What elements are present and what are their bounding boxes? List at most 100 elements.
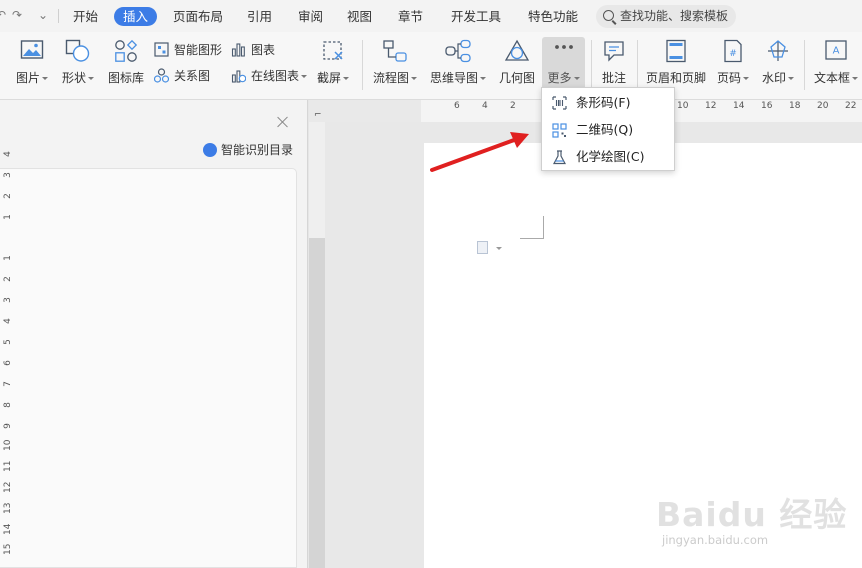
page-margin-mark <box>520 238 544 239</box>
tab-references[interactable]: 引用 <box>247 7 272 26</box>
page-number-icon: # <box>724 39 742 63</box>
shape-button[interactable]: 形状 <box>58 32 98 100</box>
tab-view[interactable]: 视图 <box>347 7 372 26</box>
baidu-jingyan-watermark: Baidu 经验 jingyan.baidu.com <box>656 480 856 560</box>
more-label: 更多 <box>547 71 572 85</box>
picture-label: 图片 <box>15 71 40 85</box>
svg-text:A: A <box>833 46 840 57</box>
ruler-tick: 12 <box>3 481 13 493</box>
shape-label: 形状 <box>61 71 86 85</box>
tab-developer[interactable]: 开发工具 <box>451 7 501 26</box>
search-box[interactable]: 查找功能、搜索模板 <box>596 5 736 28</box>
ruler-tick: 12 <box>705 101 717 111</box>
relationship-icon <box>154 68 169 83</box>
ruler-tick: 15 <box>3 543 13 555</box>
close-pane-icon[interactable] <box>276 115 290 129</box>
search-placeholder: 查找功能、搜索模板 <box>620 9 729 23</box>
ruler-corner: ⌐ <box>314 110 322 120</box>
watermark-sub-text: jingyan.baidu.com <box>662 533 769 547</box>
paragraph-layout-caret[interactable] <box>496 247 502 250</box>
tab-home[interactable]: 开始 <box>73 7 98 26</box>
smart-toc-button[interactable]: 智能识别目录 <box>203 142 293 158</box>
textbox-button[interactable]: A 文本框 <box>812 32 860 100</box>
ruler-tick: 1 <box>3 214 13 220</box>
tab-insert[interactable]: 插入 <box>114 7 158 26</box>
ruler-tick: 10 <box>677 101 689 111</box>
barcode-menu-item[interactable]: 条形码(F) <box>542 90 674 116</box>
ruler-tick: 11 <box>3 460 13 472</box>
ribbon-toolbar: 图片 形状 图标库 智能图形 关系图 图表 在线图表 截屏 流程图 思维导图 几… <box>0 32 862 100</box>
ruler-tick: 13 <box>3 502 13 514</box>
smart-toc-label: 智能识别目录 <box>221 143 294 157</box>
chemistry-drawing-menu-item[interactable]: 化学绘图(C) <box>542 144 674 170</box>
menu-separator <box>58 9 59 23</box>
ruler-tick: 2 <box>3 193 13 199</box>
watermark-button[interactable]: 水印 <box>758 32 798 100</box>
ruler-tick: 7 <box>3 381 13 387</box>
relationship-button[interactable]: 关系图 <box>154 66 210 86</box>
online-chart-button[interactable]: 在线图表 <box>231 66 308 86</box>
chart-icon <box>231 43 245 57</box>
tab-page-layout[interactable]: 页面布局 <box>173 7 223 26</box>
red-arrow-annotation <box>430 132 529 172</box>
barcode-icon <box>552 96 567 110</box>
page-number-button[interactable]: # 页码 <box>713 32 753 100</box>
watermark-icon <box>768 40 788 61</box>
flask-icon <box>553 150 566 165</box>
chart-label: 图表 <box>251 43 276 57</box>
picture-button[interactable]: 图片 <box>12 32 52 100</box>
more-dots-icon <box>554 45 573 49</box>
vertical-ruler[interactable] <box>309 122 325 568</box>
redo-icon[interactable]: ↷ <box>12 8 22 22</box>
toc-list-panel <box>0 168 297 568</box>
smart-graphic-label: 智能图形 <box>174 43 223 57</box>
geometry-button[interactable]: 几何图 <box>496 32 538 100</box>
chart-button[interactable]: 图表 <box>231 40 275 60</box>
ruler-tick: 4 <box>3 151 13 157</box>
online-chart-icon <box>231 70 246 83</box>
flowchart-button[interactable]: 流程图 <box>370 32 420 100</box>
qrcode-label: 二维码(Q) <box>576 122 634 137</box>
ribbon-separator <box>362 40 363 90</box>
page-number-label: 页码 <box>716 71 741 85</box>
screenshot-label: 截屏 <box>316 71 341 85</box>
tab-special-features[interactable]: 特色功能 <box>528 7 578 26</box>
ribbon-separator <box>591 40 592 90</box>
ruler-tick: 9 <box>3 423 13 429</box>
smart-graphic-button[interactable]: 智能图形 <box>154 40 222 60</box>
ruler-tick: 4 <box>3 318 13 324</box>
watermark-main-text: Baidu 经验 <box>656 495 848 534</box>
smart-graphic-icon <box>154 42 169 57</box>
comment-icon <box>604 41 624 62</box>
flowchart-label: 流程图 <box>372 71 409 85</box>
quick-access-more-icon[interactable]: ⌄ <box>38 8 48 22</box>
geometry-label: 几何图 <box>498 71 535 85</box>
tab-review[interactable]: 审阅 <box>298 7 323 26</box>
header-footer-label: 页眉和页脚 <box>645 71 706 85</box>
ruler-tick: 20 <box>817 101 829 111</box>
icon-library-label: 图标库 <box>107 71 144 85</box>
page-margin-mark <box>543 216 544 239</box>
barcode-label: 条形码(F) <box>576 95 631 110</box>
icon-library-button[interactable]: 图标库 <box>104 32 148 100</box>
screenshot-button[interactable]: 截屏 <box>314 32 352 100</box>
tab-chapter[interactable]: 章节 <box>398 7 423 26</box>
paragraph-layout-icon[interactable] <box>477 241 488 254</box>
undo-icon[interactable]: ↶ <box>0 8 6 22</box>
shape-icon <box>65 39 90 62</box>
search-icon <box>603 10 614 21</box>
ruler-tick: 14 <box>733 101 745 111</box>
relationship-label: 关系图 <box>174 69 211 83</box>
more-button[interactable]: 更多 <box>542 37 585 91</box>
mindmap-label: 思维导图 <box>429 71 478 85</box>
textbox-label: 文本框 <box>813 71 850 85</box>
mindmap-icon <box>445 39 471 63</box>
ruler-tick: 3 <box>3 172 13 178</box>
ruler-tick: 5 <box>3 339 13 345</box>
ruler-tick: 22 <box>845 101 857 111</box>
qrcode-menu-item[interactable]: 二维码(Q) <box>542 117 674 143</box>
smart-toc-icon <box>203 143 217 157</box>
watermark-label: 水印 <box>761 71 786 85</box>
mindmap-button[interactable]: 思维导图 <box>428 32 488 100</box>
picture-icon <box>20 40 44 59</box>
